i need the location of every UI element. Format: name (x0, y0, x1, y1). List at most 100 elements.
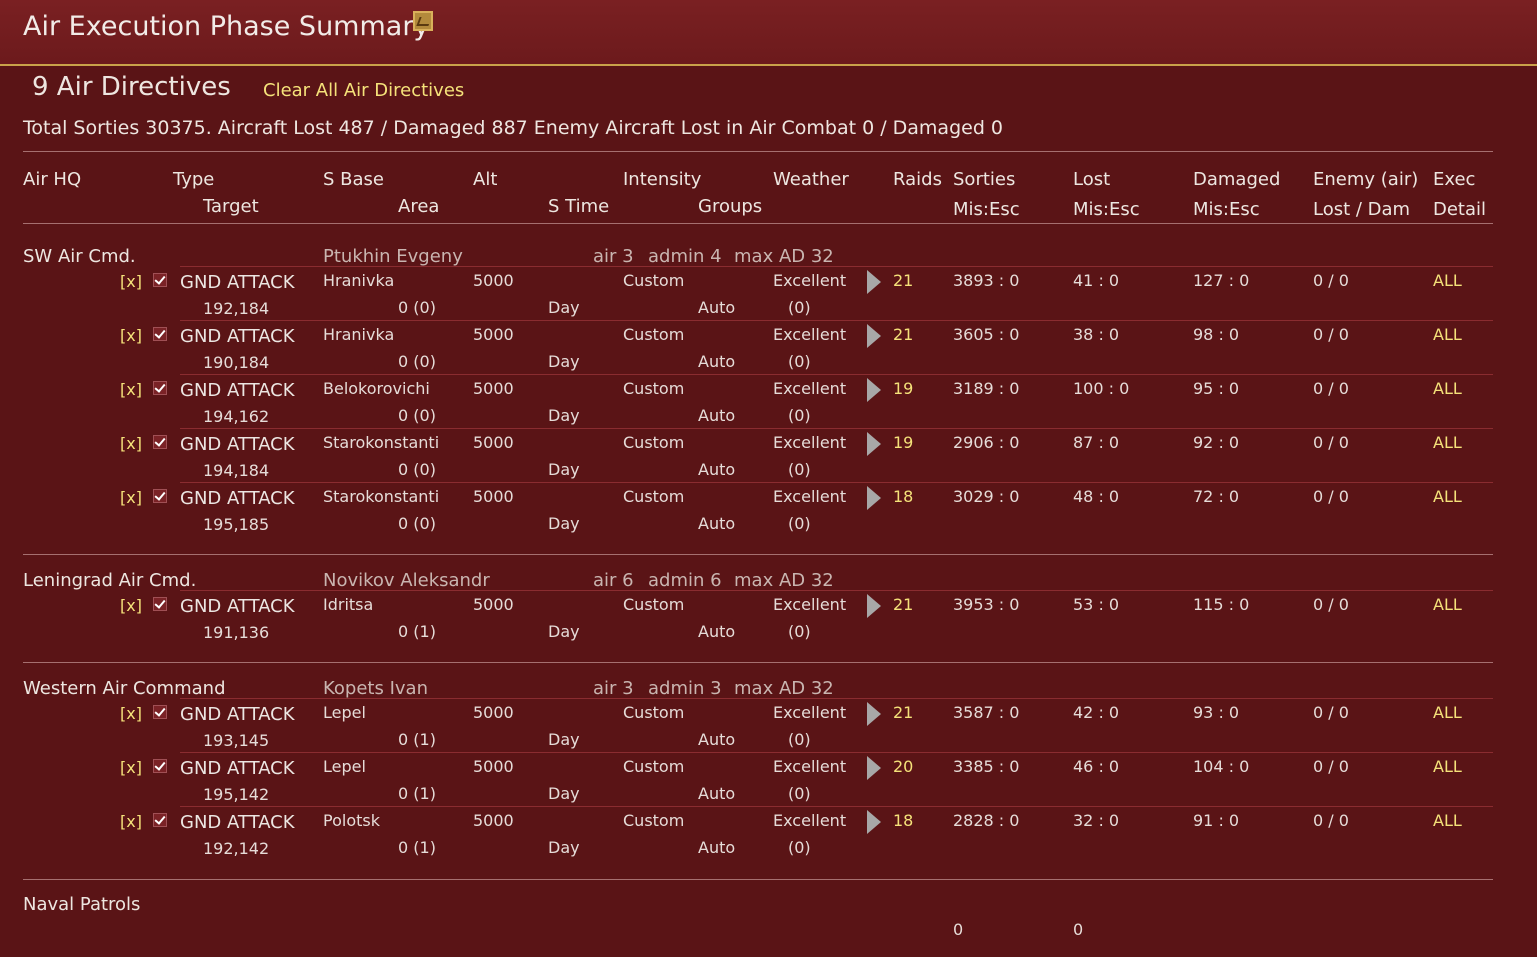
directive-s-time: Day (548, 514, 580, 533)
naval-sorties: 0 (953, 920, 964, 939)
directive-alt: 5000 (473, 703, 514, 722)
header-type: Type (173, 169, 215, 190)
directive-s-time: Day (548, 406, 580, 425)
directive-checkbox[interactable] (153, 489, 167, 503)
directive-raids: 21 (893, 595, 914, 614)
header-damaged-sub: Mis:Esc (1193, 199, 1260, 220)
directive-intensity: Custom (623, 433, 685, 452)
header-enemy-air: Enemy (air) (1313, 169, 1419, 190)
directive-groups: Auto (698, 838, 736, 857)
directive-intensity: Custom (623, 487, 685, 506)
directive-weather: Excellent (773, 757, 847, 776)
directive-checkbox[interactable] (153, 813, 167, 827)
exec-detail-link[interactable]: ALL (1433, 325, 1462, 344)
cancel-directive-button[interactable]: [x] (120, 812, 142, 831)
directive-damaged: 91 : 0 (1193, 811, 1240, 830)
directive-base: Starokonstanti (323, 487, 440, 506)
exec-detail-link[interactable]: ALL (1433, 811, 1462, 830)
air-hq-commander: Novikov Aleksandr (323, 570, 490, 591)
cancel-directive-button[interactable]: [x] (120, 326, 142, 345)
expand-arrow-icon[interactable] (867, 702, 881, 726)
directive-s-time: Day (548, 298, 580, 317)
header-bottom-divider (23, 223, 1493, 224)
exec-detail-link[interactable]: ALL (1433, 271, 1462, 290)
air-hq-admin: admin 3 (648, 678, 722, 699)
directive-groups: Auto (698, 406, 736, 425)
directive-damaged: 127 : 0 (1193, 271, 1250, 290)
directive-weather-mod: (0) (788, 622, 811, 641)
directive-enemy: 0 / 0 (1313, 811, 1349, 830)
directive-base: Starokonstanti (323, 433, 440, 452)
exec-detail-link[interactable]: ALL (1433, 703, 1462, 722)
directive-weather: Excellent (773, 379, 847, 398)
expand-arrow-icon[interactable] (867, 486, 881, 510)
directive-raids: 18 (893, 811, 914, 830)
exec-detail-link[interactable]: ALL (1433, 379, 1462, 398)
map-icon[interactable] (413, 11, 433, 31)
directive-checkbox[interactable] (153, 759, 167, 773)
expand-arrow-icon[interactable] (867, 270, 881, 294)
cancel-directive-button[interactable]: [x] (120, 380, 142, 399)
directive-type: GND ATTACK (180, 704, 295, 725)
expand-arrow-icon[interactable] (867, 324, 881, 348)
air-hq-admin: admin 4 (648, 246, 722, 267)
cancel-directive-button[interactable]: [x] (120, 704, 142, 723)
cancel-directive-button[interactable]: [x] (120, 272, 142, 291)
cancel-directive-button[interactable]: [x] (120, 596, 142, 615)
directive-checkbox[interactable] (153, 327, 167, 341)
expand-arrow-icon[interactable] (867, 378, 881, 402)
directive-enemy: 0 / 0 (1313, 703, 1349, 722)
directive-sorties: 3029 : 0 (953, 487, 1020, 506)
directive-enemy: 0 / 0 (1313, 271, 1349, 290)
directive-checkbox[interactable] (153, 597, 167, 611)
directive-lost: 46 : 0 (1073, 757, 1120, 776)
directive-area: 0 (1) (398, 730, 436, 749)
directive-alt: 5000 (473, 811, 514, 830)
directive-s-time: Day (548, 784, 580, 803)
directive-damaged: 104 : 0 (1193, 757, 1250, 776)
naval-patrols-label: Naval Patrols (23, 894, 141, 915)
directive-weather-mod: (0) (788, 460, 811, 479)
expand-arrow-icon[interactable] (867, 756, 881, 780)
directive-type: GND ATTACK (180, 380, 295, 401)
directive-checkbox[interactable] (153, 273, 167, 287)
directive-checkbox[interactable] (153, 381, 167, 395)
group-divider (23, 554, 1493, 555)
row-divider (180, 374, 1493, 375)
expand-arrow-icon[interactable] (867, 810, 881, 834)
directive-lost: 38 : 0 (1073, 325, 1120, 344)
group-divider (23, 662, 1493, 663)
cancel-directive-button[interactable]: [x] (120, 434, 142, 453)
directive-checkbox[interactable] (153, 435, 167, 449)
clear-all-directives-link[interactable]: Clear All Air Directives (263, 80, 464, 101)
exec-detail-link[interactable]: ALL (1433, 595, 1462, 614)
exec-detail-link[interactable]: ALL (1433, 757, 1462, 776)
header-s-base: S Base (323, 169, 384, 190)
exec-detail-link[interactable]: ALL (1433, 433, 1462, 452)
directives-count: 9 Air Directives (32, 72, 231, 102)
cancel-directive-button[interactable]: [x] (120, 758, 142, 777)
cancel-directive-button[interactable]: [x] (120, 488, 142, 507)
expand-arrow-icon[interactable] (867, 432, 881, 456)
directive-weather: Excellent (773, 433, 847, 452)
directive-enemy: 0 / 0 (1313, 433, 1349, 452)
header-damaged: Damaged (1193, 169, 1281, 190)
row-divider (180, 320, 1493, 321)
exec-detail-link[interactable]: ALL (1433, 487, 1462, 506)
directive-checkbox[interactable] (153, 705, 167, 719)
directive-alt: 5000 (473, 271, 514, 290)
directive-raids: 21 (893, 703, 914, 722)
directive-type: GND ATTACK (180, 434, 295, 455)
window-title: Air Execution Phase Summary (23, 11, 430, 42)
directive-groups: Auto (698, 514, 736, 533)
row-divider (180, 806, 1493, 807)
directive-raids: 19 (893, 379, 914, 398)
directive-sorties: 3385 : 0 (953, 757, 1020, 776)
directive-s-time: Day (548, 460, 580, 479)
expand-arrow-icon[interactable] (867, 594, 881, 618)
air-hq-air: air 3 (593, 678, 634, 699)
directive-type: GND ATTACK (180, 812, 295, 833)
naval-divider (23, 879, 1493, 880)
header-enemy-sub: Lost / Dam (1313, 199, 1411, 220)
directive-target: 195,142 (203, 785, 270, 804)
